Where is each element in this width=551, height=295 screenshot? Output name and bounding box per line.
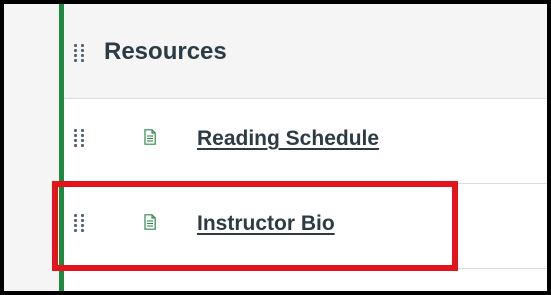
left-gutter [4, 4, 59, 291]
instructor-bio-link[interactable]: Instructor Bio [197, 212, 335, 236]
page-icon [144, 214, 156, 230]
reading-schedule-link[interactable]: Reading Schedule [197, 127, 379, 151]
module-item-reading-schedule[interactable]: Reading Schedule [64, 99, 547, 184]
screenshot-frame: Resources Reading Schedule Instructor Bi… [0, 0, 551, 295]
module-item-instructor-bio[interactable]: Instructor Bio [64, 184, 547, 269]
module-header[interactable]: Resources [64, 4, 547, 99]
drag-handle-icon[interactable] [74, 129, 85, 147]
module-resources: Resources Reading Schedule Instructor Bi… [64, 4, 547, 291]
module-title: Resources [104, 38, 227, 65]
drag-handle-icon[interactable] [74, 214, 85, 232]
drag-handle-icon[interactable] [74, 44, 85, 62]
page-icon [144, 129, 156, 145]
